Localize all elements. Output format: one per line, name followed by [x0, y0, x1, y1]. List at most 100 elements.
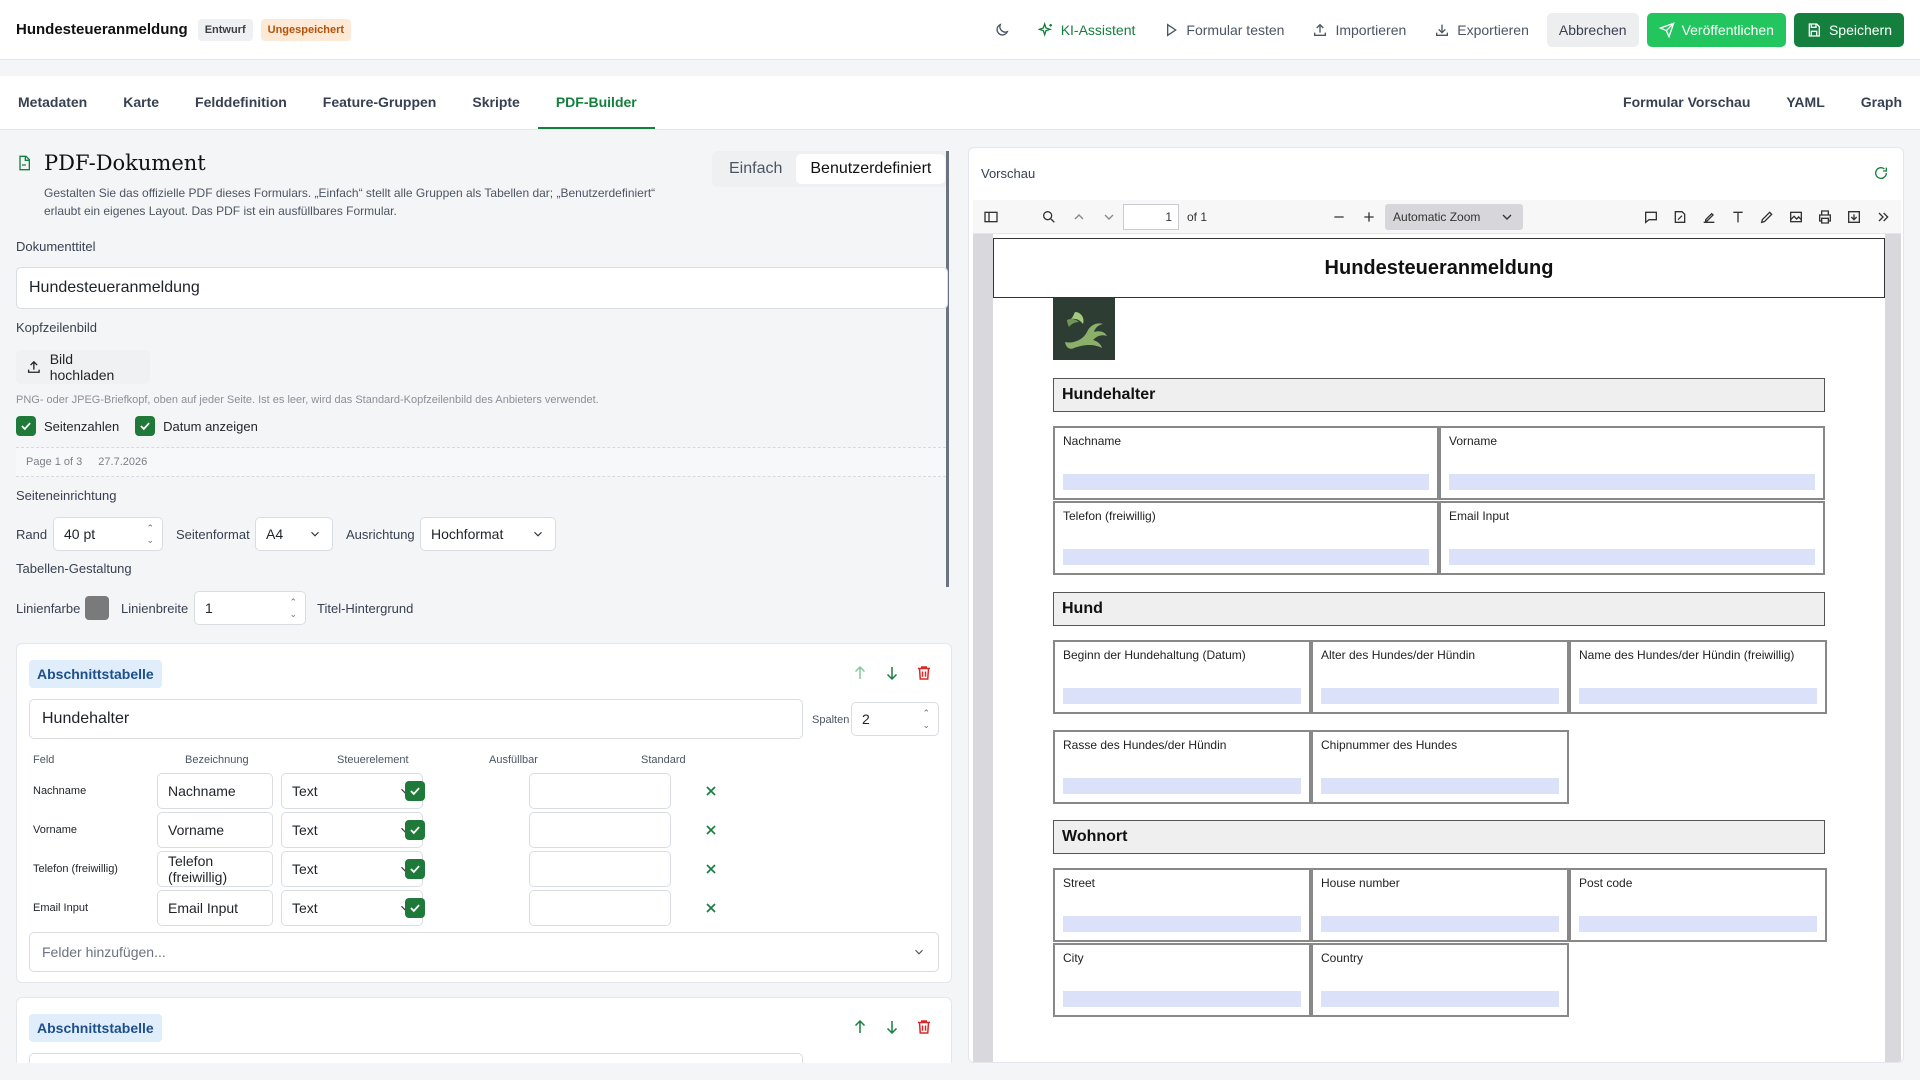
zoom-out-icon[interactable]	[1331, 209, 1347, 225]
pdf-field-input[interactable]	[1063, 991, 1301, 1007]
test-form-button[interactable]: Formular testen	[1153, 14, 1294, 46]
refresh-icon[interactable]	[1873, 165, 1889, 181]
pdf-field-input[interactable]	[1321, 991, 1559, 1007]
pdf-form-field[interactable]: Rasse des Hundes/der Hündin	[1053, 730, 1311, 804]
cancel-button[interactable]: Abbrechen	[1546, 12, 1639, 47]
row-label-input[interactable]: Email Input	[157, 890, 273, 926]
save-pdf-icon[interactable]	[1846, 209, 1862, 225]
margin-input[interactable]: 40 pt ⌃ ⌄	[53, 517, 163, 551]
row-label-input[interactable]: Telefon (freiwillig)	[157, 851, 273, 887]
add-fields-select[interactable]: Felder hinzufügen...	[29, 932, 939, 972]
text-icon[interactable]	[1730, 209, 1746, 225]
print-icon[interactable]	[1817, 209, 1833, 225]
mode-simple-button[interactable]: Einfach	[715, 154, 796, 184]
doc-title-input[interactable]: Hundesteueranmeldung	[16, 267, 948, 309]
pdf-field-input[interactable]	[1063, 688, 1301, 704]
tab-karte[interactable]: Karte	[105, 76, 177, 129]
row-default-input[interactable]	[529, 851, 671, 887]
pdf-field-input[interactable]	[1579, 916, 1817, 932]
pdf-form-field[interactable]: Country	[1311, 943, 1569, 1017]
row-default-input[interactable]	[529, 773, 671, 809]
pdf-field-input[interactable]	[1579, 688, 1817, 704]
image-icon[interactable]	[1788, 209, 1804, 225]
format-select[interactable]: A4	[255, 517, 333, 551]
pdf-form-field[interactable]: Street	[1053, 868, 1311, 942]
chevron-up-icon[interactable]	[1071, 209, 1087, 225]
pdf-field-input[interactable]	[1063, 549, 1429, 565]
theme-toggle-button[interactable]	[984, 14, 1020, 46]
remove-row-icon[interactable]	[703, 783, 719, 799]
upload-image-button[interactable]: Bild hochladen	[16, 350, 150, 384]
pdf-form-field[interactable]: Alter des Hundes/der Hündin	[1311, 640, 1569, 714]
ai-assistant-button[interactable]: KI-Assistent	[1028, 14, 1146, 46]
publish-button[interactable]: Veröffentlichen	[1646, 12, 1786, 47]
pdf-form-field[interactable]: Vorname	[1439, 426, 1825, 500]
row-control-select[interactable]: Text	[281, 851, 423, 887]
pdf-form-field[interactable]: Telefon (freiwillig)	[1053, 501, 1439, 575]
zoom-select[interactable]: Automatic Zoom	[1385, 203, 1524, 230]
tab-felddefinition[interactable]: Felddefinition	[177, 76, 305, 129]
pdf-field-input[interactable]	[1449, 549, 1815, 565]
page-numbers-checkbox[interactable]	[16, 416, 36, 436]
section-name-input[interactable]: Hundehalter	[29, 699, 803, 739]
pdf-viewer[interactable]: Hundesteueranmeldung Hundehalter Nachname…	[973, 234, 1901, 1062]
row-default-input[interactable]	[529, 890, 671, 926]
scrollbar[interactable]	[946, 151, 949, 587]
tab-formular-vorschau[interactable]: Formular Vorschau	[1605, 76, 1768, 129]
orientation-select[interactable]: Hochformat	[420, 517, 556, 551]
row-fillable-checkbox[interactable]	[405, 898, 425, 918]
page-number-input[interactable]: 1	[1123, 203, 1179, 230]
pdf-field-input[interactable]	[1449, 474, 1815, 490]
more-tools-icon[interactable]	[1875, 209, 1891, 225]
pdf-field-input[interactable]	[1321, 916, 1559, 932]
pdf-form-field[interactable]: Name des Hundes/der Hündin (freiwillig)	[1569, 640, 1827, 714]
show-date-checkbox[interactable]	[135, 416, 156, 436]
remove-row-icon[interactable]	[703, 900, 719, 916]
arrow-down-icon[interactable]	[883, 1018, 901, 1036]
remove-row-icon[interactable]	[703, 822, 719, 838]
tab-graph[interactable]: Graph	[1843, 76, 1920, 129]
pdf-form-field[interactable]: Beginn der Hundehaltung (Datum)	[1053, 640, 1311, 714]
comment-icon[interactable]	[1643, 209, 1659, 225]
section-name-input-2[interactable]	[29, 1053, 803, 1063]
remove-row-icon[interactable]	[703, 861, 719, 877]
pdf-field-input[interactable]	[1063, 778, 1301, 794]
tab-pdf-builder[interactable]: PDF-Builder	[537, 76, 655, 129]
line-color-swatch[interactable]	[85, 596, 109, 620]
save-button[interactable]: Speichern	[1793, 12, 1904, 47]
row-default-input[interactable]	[529, 812, 671, 848]
tab-metadaten[interactable]: Metadaten	[0, 76, 105, 129]
pdf-form-field[interactable]: Post code	[1569, 868, 1827, 942]
pdf-form-field[interactable]: Chipnummer des Hundes	[1311, 730, 1569, 804]
mode-custom-button[interactable]: Benutzerdefiniert	[796, 154, 946, 184]
columns-input[interactable]: 2 ⌃ ⌄	[851, 702, 939, 736]
pdf-field-input[interactable]	[1321, 688, 1559, 704]
stepper-arrows[interactable]: ⌃ ⌄	[146, 522, 154, 546]
row-fillable-checkbox[interactable]	[405, 820, 425, 840]
search-icon[interactable]	[1041, 209, 1057, 225]
arrow-up-icon[interactable]	[851, 664, 869, 682]
stepper-arrows[interactable]: ⌃ ⌄	[289, 596, 297, 620]
arrow-down-icon[interactable]	[883, 664, 901, 682]
chevron-down-icon[interactable]	[1101, 209, 1117, 225]
arrow-up-icon[interactable]	[851, 1018, 869, 1036]
pdf-field-input[interactable]	[1063, 474, 1429, 490]
tab-skripte[interactable]: Skripte	[454, 76, 537, 129]
trash-icon[interactable]	[915, 664, 933, 682]
zoom-in-icon[interactable]	[1361, 209, 1377, 225]
row-label-input[interactable]: Vorname	[157, 812, 273, 848]
pdf-form-field[interactable]: Nachname	[1053, 426, 1439, 500]
signature-icon[interactable]	[1672, 209, 1688, 225]
row-label-input[interactable]: Nachname	[157, 773, 273, 809]
import-button[interactable]: Importieren	[1302, 14, 1416, 46]
draw-icon[interactable]	[1759, 209, 1775, 225]
row-control-select[interactable]: Text	[281, 890, 423, 926]
highlight-icon[interactable]	[1701, 209, 1717, 225]
row-control-select[interactable]: Text	[281, 812, 423, 848]
export-button[interactable]: Exportieren	[1424, 14, 1539, 46]
pdf-field-input[interactable]	[1063, 916, 1301, 932]
pdf-form-field[interactable]: City	[1053, 943, 1311, 1017]
line-width-input[interactable]: 1 ⌃ ⌄	[194, 591, 306, 625]
stepper-arrows[interactable]: ⌃ ⌄	[922, 707, 930, 731]
row-fillable-checkbox[interactable]	[405, 781, 425, 801]
